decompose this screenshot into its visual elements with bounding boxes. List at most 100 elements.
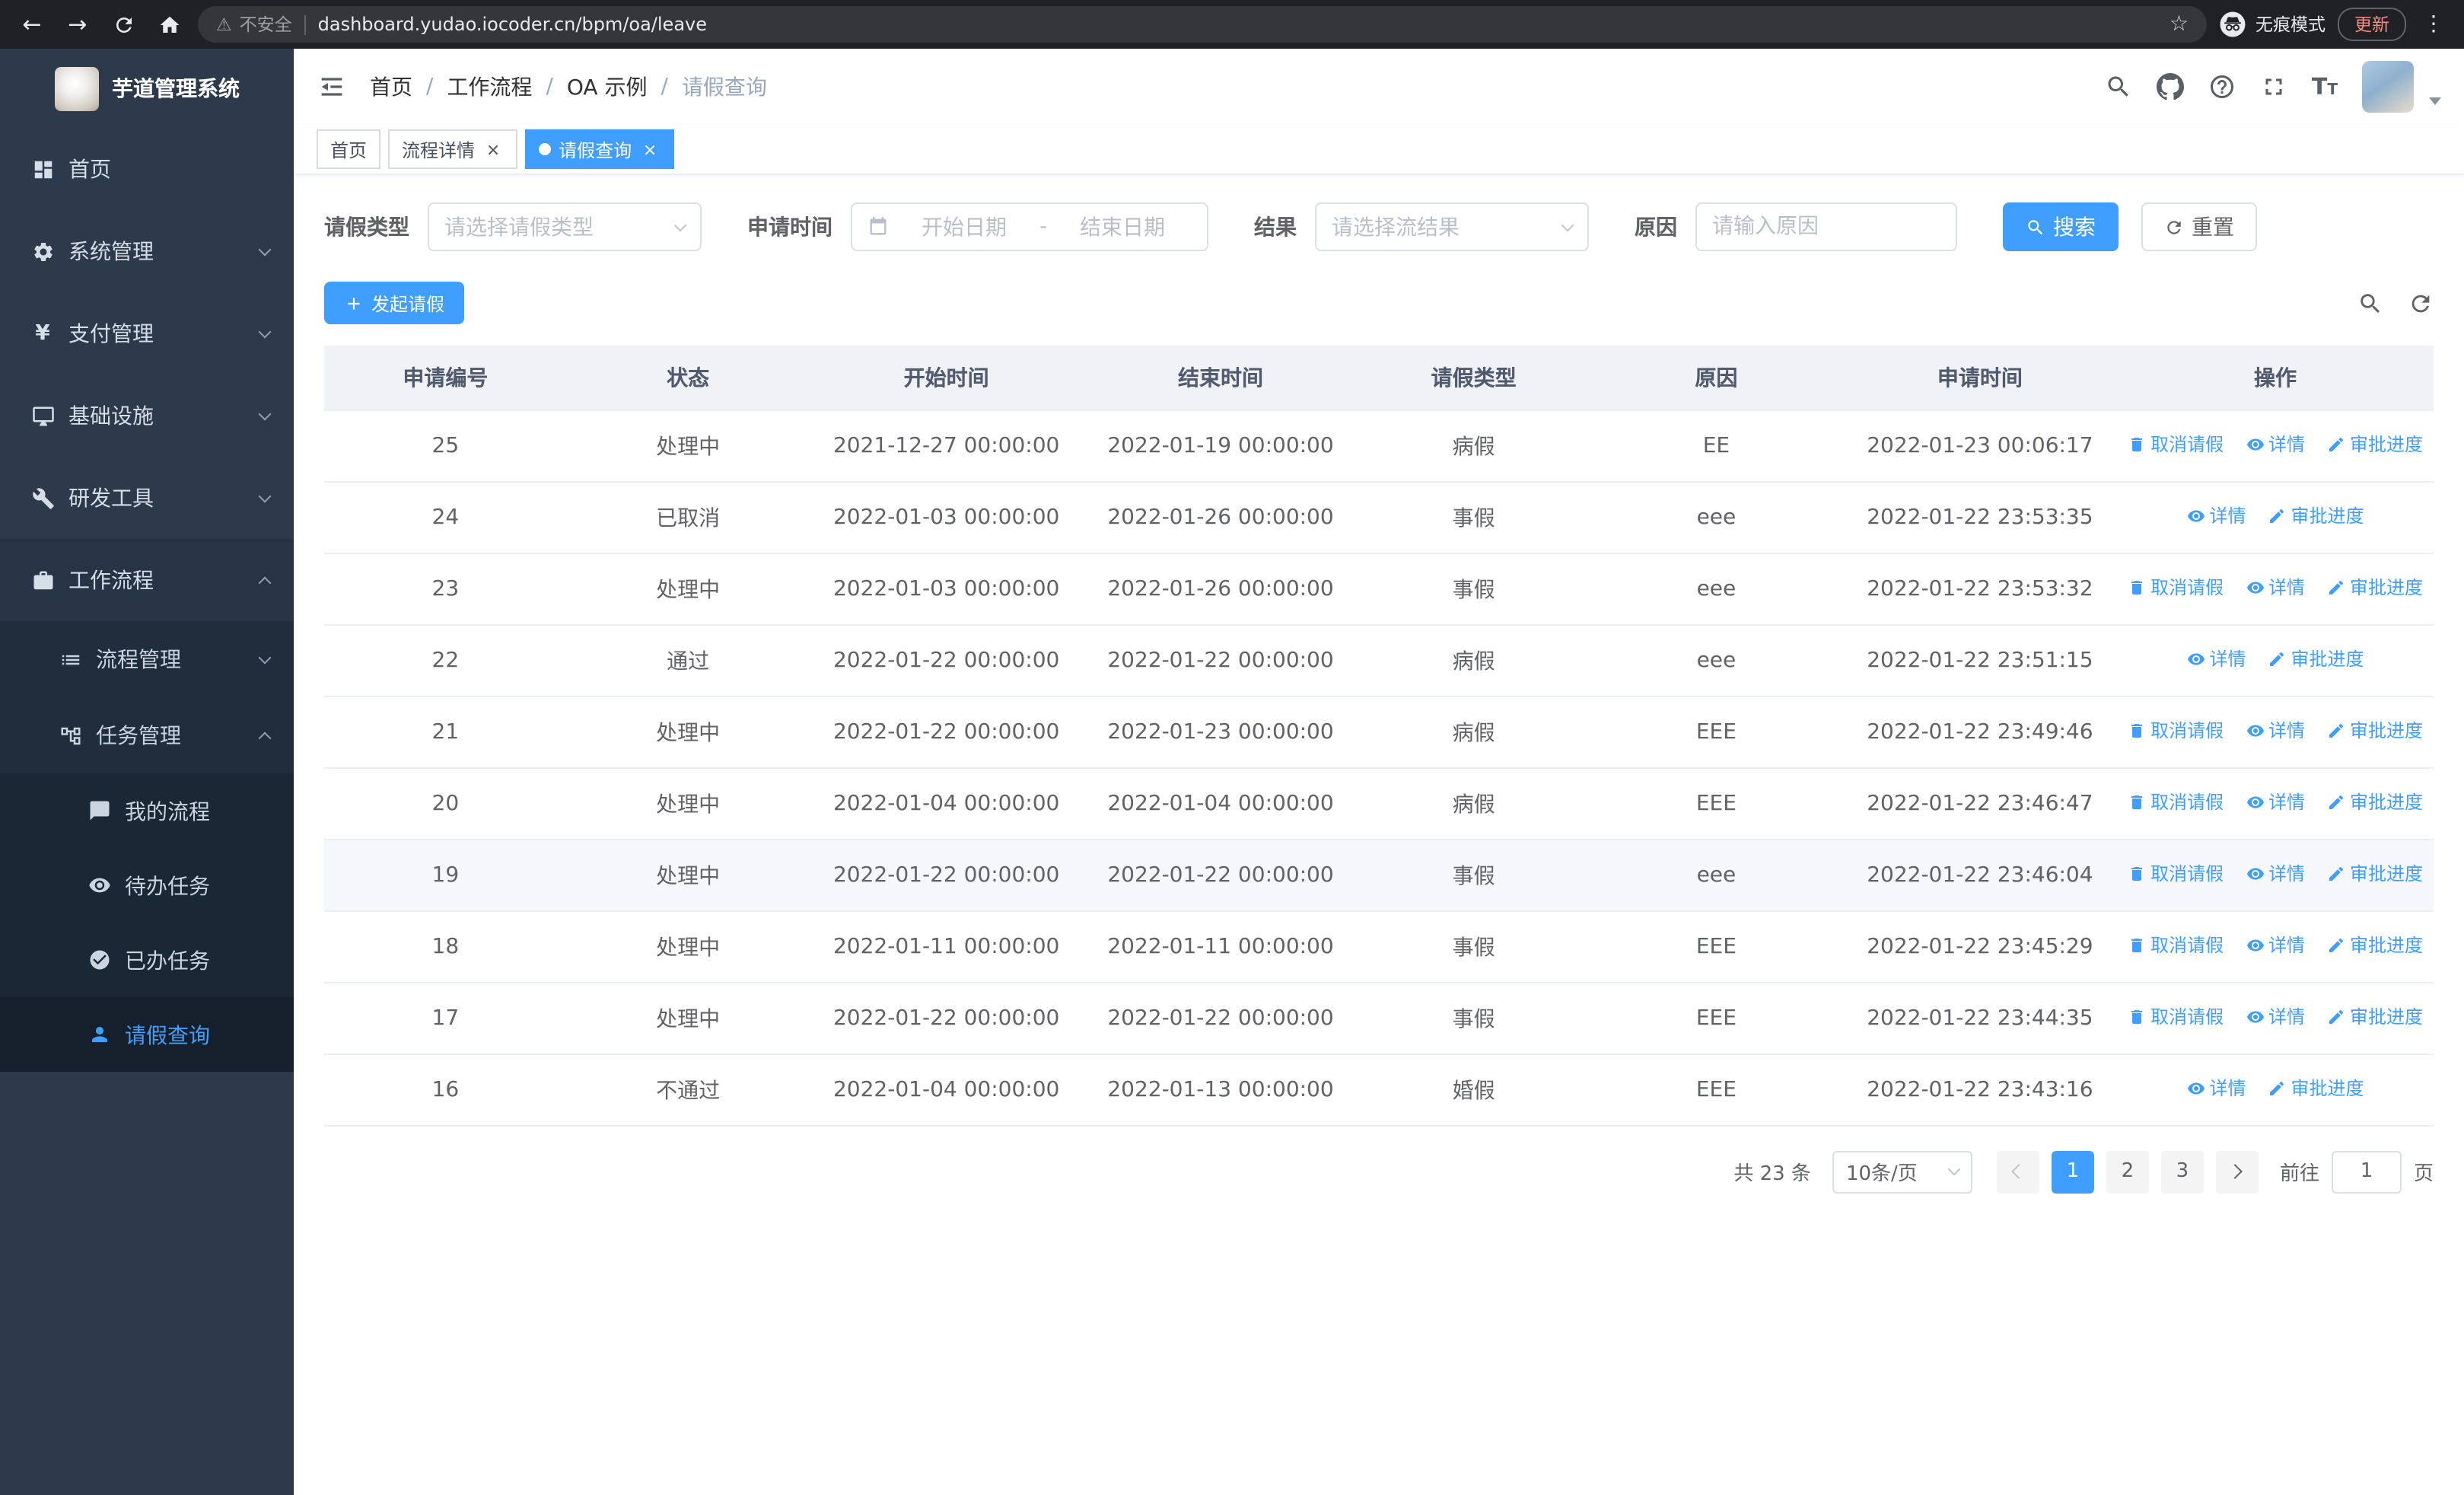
approval-progress-link[interactable]: 审批进度 — [2327, 861, 2423, 887]
prev-page-button[interactable] — [1996, 1150, 2039, 1193]
sidebar-item-task-mgmt[interactable]: 任务管理 — [0, 697, 294, 773]
sidebar-item-leave-query[interactable]: 请假查询 — [0, 997, 294, 1072]
cancel-leave-link[interactable]: 取消请假 — [2128, 432, 2224, 457]
cancel-leave-link[interactable]: 取消请假 — [2128, 789, 2224, 815]
active-tab-dot — [539, 143, 552, 155]
detail-link[interactable]: 详情 — [2246, 789, 2305, 815]
table-row: 16 不通过 2022-01-04 00:00:00 2022-01-13 00… — [324, 1054, 2434, 1126]
reason-input[interactable] — [1712, 215, 1940, 239]
approval-progress-link[interactable]: 审批进度 — [2268, 503, 2364, 529]
edit-icon — [2329, 723, 2343, 738]
breadcrumb-home[interactable]: 首页 — [370, 72, 412, 102]
detail-link[interactable]: 详情 — [2246, 575, 2305, 601]
approval-progress-link[interactable]: 审批进度 — [2327, 575, 2423, 601]
browser-menu-icon[interactable]: ⋮ — [2418, 12, 2449, 37]
cancel-leave-link[interactable]: 取消请假 — [2128, 861, 2224, 887]
sidebar-collapse-icon[interactable] — [317, 72, 347, 102]
cancel-leave-link[interactable]: 取消请假 — [2128, 718, 2224, 744]
address-bar[interactable]: ⚠ 不安全 dashboard.yudao.iocoder.cn/bpm/oa/… — [198, 6, 2207, 43]
approval-progress-link[interactable]: 审批进度 — [2327, 932, 2423, 958]
cancel-leave-link[interactable]: 取消请假 — [2128, 575, 2224, 601]
sidebar-item-my-process[interactable]: 我的流程 — [0, 773, 294, 848]
page-jump-input[interactable] — [2331, 1150, 2402, 1193]
page-button-3[interactable]: 3 — [2160, 1150, 2204, 1193]
sidebar-item-system-mgmt[interactable]: 系统管理 — [0, 210, 294, 292]
approval-progress-link[interactable]: 审批进度 — [2327, 1004, 2423, 1030]
cell-reason: eee — [1590, 553, 1843, 625]
create-leave-button[interactable]: 发起请假 — [324, 282, 465, 324]
avatar-caret-icon[interactable] — [2429, 97, 2441, 104]
eye-icon — [2246, 438, 2263, 450]
close-icon[interactable]: × — [639, 139, 661, 160]
approval-progress-link[interactable]: 审批进度 — [2327, 789, 2423, 815]
cell-leave-type: 病假 — [1358, 767, 1590, 840]
reload-icon[interactable] — [107, 8, 140, 41]
cell-actions: 取消请假 详情 审批进度 — [2117, 767, 2434, 840]
cell-apply-id: 24 — [324, 481, 567, 553]
search-icon[interactable] — [2105, 73, 2132, 100]
leave-type-select[interactable]: 请选择请假类型 — [428, 202, 702, 251]
next-page-button[interactable] — [2215, 1150, 2259, 1193]
refresh-table-icon[interactable] — [2408, 290, 2434, 316]
cell-end-time: 2022-01-23 00:00:00 — [1083, 696, 1358, 768]
trash-icon — [2131, 723, 2143, 738]
detail-link[interactable]: 详情 — [2246, 932, 2305, 958]
sidebar-item-todo-tasks[interactable]: 待办任务 — [0, 848, 294, 923]
user-avatar[interactable] — [2362, 61, 2414, 113]
cancel-leave-link[interactable]: 取消请假 — [2128, 1004, 2224, 1030]
breadcrumb-workflow[interactable]: 工作流程 — [447, 72, 532, 102]
page-button-2[interactable]: 2 — [2106, 1150, 2149, 1193]
sidebar-item-dev-tools[interactable]: 研发工具 — [0, 457, 294, 539]
sidebar-item-home[interactable]: 首页 — [0, 128, 294, 210]
detail-link[interactable]: 详情 — [2246, 718, 2305, 744]
approval-progress-link[interactable]: 审批进度 — [2327, 718, 2423, 744]
tab-home[interactable]: 首页 — [317, 129, 381, 169]
detail-link[interactable]: 详情 — [2187, 503, 2246, 529]
approval-progress-link[interactable]: 审批进度 — [2327, 432, 2423, 457]
bookmark-star-icon[interactable]: ☆ — [2170, 12, 2189, 37]
sidebar-item-workflow[interactable]: 工作流程 — [0, 539, 294, 621]
apply-time-range-picker[interactable]: 开始日期 - 结束日期 — [851, 202, 1208, 251]
table-row: 25 处理中 2021-12-27 00:00:00 2022-01-19 00… — [324, 410, 2434, 482]
edit-icon — [2270, 1081, 2284, 1095]
sidebar-item-process-mgmt[interactable]: 流程管理 — [0, 621, 294, 697]
approval-progress-link[interactable]: 审批进度 — [2268, 646, 2364, 672]
tab-leave-query[interactable]: 请假查询 × — [525, 129, 675, 169]
cell-apply-id: 23 — [324, 553, 567, 625]
sidebar-item-done-tasks[interactable]: 已办任务 — [0, 923, 294, 997]
help-icon[interactable] — [2208, 73, 2236, 100]
result-select[interactable]: 请选择流结果 — [1315, 202, 1589, 251]
detail-link[interactable]: 详情 — [2246, 1004, 2305, 1030]
close-icon[interactable]: × — [482, 139, 504, 160]
detail-link[interactable]: 详情 — [2187, 1076, 2246, 1101]
approval-progress-link[interactable]: 审批进度 — [2268, 1076, 2364, 1101]
sidebar-item-infrastructure[interactable]: 基础设施 — [0, 375, 294, 457]
back-icon[interactable]: ← — [15, 8, 49, 41]
detail-link[interactable]: 详情 — [2246, 861, 2305, 887]
reset-button[interactable]: 重置 — [2141, 202, 2257, 251]
cell-apply-id: 25 — [324, 410, 567, 482]
sidebar-item-payment-mgmt[interactable]: ¥ 支付管理 — [0, 292, 294, 375]
col-header-start-time: 开始时间 — [809, 346, 1084, 410]
detail-link[interactable]: 详情 — [2187, 646, 2246, 672]
cell-leave-type: 事假 — [1358, 982, 1590, 1054]
security-chip[interactable]: ⚠ 不安全 — [216, 12, 292, 37]
forward-icon[interactable]: → — [61, 8, 94, 41]
page-size-select[interactable]: 10条/页 — [1832, 1150, 1972, 1193]
home-browser-icon[interactable] — [152, 8, 186, 41]
calendar-icon — [867, 216, 889, 237]
reason-label: 原因 — [1635, 216, 1677, 241]
font-size-icon[interactable]: TT — [2312, 73, 2338, 100]
chrome-update-button[interactable]: 更新 — [2338, 8, 2406, 41]
github-icon[interactable] — [2156, 73, 2184, 100]
detail-link[interactable]: 详情 — [2246, 432, 2305, 457]
page-button-1[interactable]: 1 — [2051, 1150, 2094, 1193]
toggle-search-icon[interactable] — [2357, 290, 2383, 316]
cancel-leave-link[interactable]: 取消请假 — [2128, 932, 2224, 958]
fullscreen-icon[interactable] — [2260, 73, 2287, 100]
app-shell: 芋道管理系统 首页 系统管理 ¥ 支付管理 基础设施 研发工具 工作流程 流程管… — [0, 49, 2464, 1495]
tab-process-detail[interactable]: 流程详情 × — [388, 129, 518, 169]
breadcrumb-oa-example[interactable]: OA 示例 — [567, 72, 648, 102]
cell-leave-type: 病假 — [1358, 624, 1590, 696]
search-button[interactable]: 搜索 — [2003, 202, 2119, 251]
